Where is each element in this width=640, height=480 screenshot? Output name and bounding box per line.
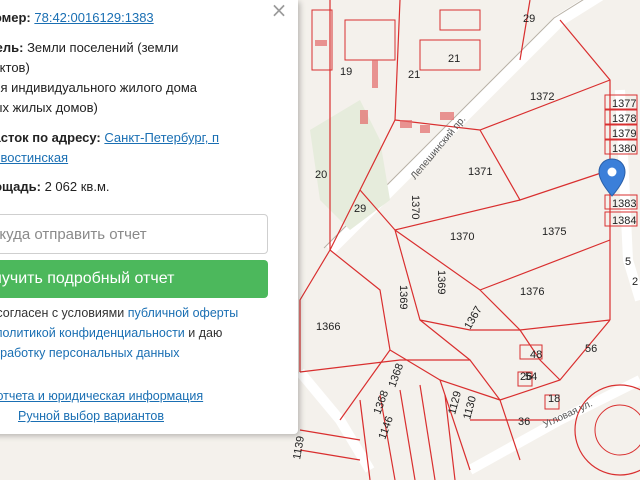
parcel-label: 1370: [409, 195, 421, 219]
parcel-label: 20: [315, 169, 327, 181]
address-line2: ровостинская: [0, 148, 68, 168]
parcel-label: 29: [354, 203, 366, 215]
parcel-label: 1375: [542, 226, 566, 238]
cadastral-number-link[interactable]: 78:42:0016129:1383: [34, 10, 153, 25]
parcel-label: 1380: [612, 143, 636, 155]
legal-info-row: и отчета и юридическая информация: [0, 386, 203, 406]
address-label: часток по адресу:: [0, 130, 101, 145]
email-input[interactable]: [0, 214, 268, 254]
cadastral-label: номер:: [0, 10, 31, 25]
parcel-label: 1384: [612, 215, 636, 227]
privacy-policy-link[interactable]: политикой конфиденциальности: [0, 326, 185, 340]
permitted-use-line2: ных жилых домов): [0, 100, 98, 115]
parcel-label: 19: [340, 66, 352, 78]
parcel-label: 21: [408, 69, 420, 81]
personal-data-link[interactable]: обработку персональных данных: [0, 346, 179, 360]
parcel-label: 1377: [612, 98, 636, 110]
parcel-label: 1376: [520, 286, 544, 298]
land-category-label: мель:: [0, 40, 24, 55]
area-value: 2 062 кв.м.: [44, 179, 110, 194]
parcel-info-panel: × номер: 78:42:0016129:1383 мель: Земли …: [0, 0, 298, 434]
manual-selection-link[interactable]: Ручной выбор вариантов: [18, 409, 164, 423]
agreement-text: н согласен с условиями публичной оферты …: [0, 303, 238, 363]
manual-selection-row: Ручной выбор вариантов: [18, 406, 164, 426]
parcel-label: 54: [525, 371, 537, 383]
land-category-value: Земли поселений (земли: [27, 40, 179, 55]
parcel-label: 18: [548, 393, 560, 405]
parcel-label: 48: [530, 349, 542, 361]
address-link[interactable]: Санкт-Петербург, п: [104, 130, 219, 145]
address-link-line2[interactable]: ровостинская: [0, 150, 68, 165]
map-pin-icon[interactable]: [598, 158, 626, 198]
area-row: лощадь: 2 062 кв.м.: [0, 177, 110, 197]
parcel-label: 5: [625, 256, 631, 268]
public-offer-link[interactable]: публичной оферты: [128, 306, 238, 320]
legal-info-link[interactable]: и отчета и юридическая информация: [0, 389, 203, 403]
parcel-label: 1370: [450, 231, 474, 243]
parcel-label: 1366: [316, 321, 340, 333]
cadastral-number-row: номер: 78:42:0016129:1383: [0, 8, 154, 28]
land-category-row: мель: Земли поселений (земли: [0, 38, 178, 58]
land-category-line2: унктов): [0, 60, 30, 75]
parcel-label: 1372: [530, 91, 554, 103]
parcel-label: 29: [523, 13, 535, 25]
parcel-label: 1378: [612, 113, 636, 125]
parcel-label: 56: [585, 343, 597, 355]
parcel-label: 1383: [612, 198, 636, 210]
parcel-label: 1369: [435, 270, 447, 294]
parcel-label: 1369: [397, 285, 409, 309]
close-icon[interactable]: ×: [270, 0, 288, 20]
address-row: часток по адресу: Санкт-Петербург, п: [0, 128, 219, 148]
area-label: лощадь:: [0, 179, 41, 194]
parcel-label: 1371: [468, 166, 492, 178]
get-report-button[interactable]: олучить подробный отчет: [0, 260, 268, 298]
parcel-label: 1379: [612, 128, 636, 140]
parcel-label: 2: [632, 276, 638, 288]
parcel-label: 21: [448, 53, 460, 65]
parcel-label: 36: [518, 416, 530, 428]
permitted-use-line1: ния индивидуального жилого дома: [0, 80, 197, 95]
